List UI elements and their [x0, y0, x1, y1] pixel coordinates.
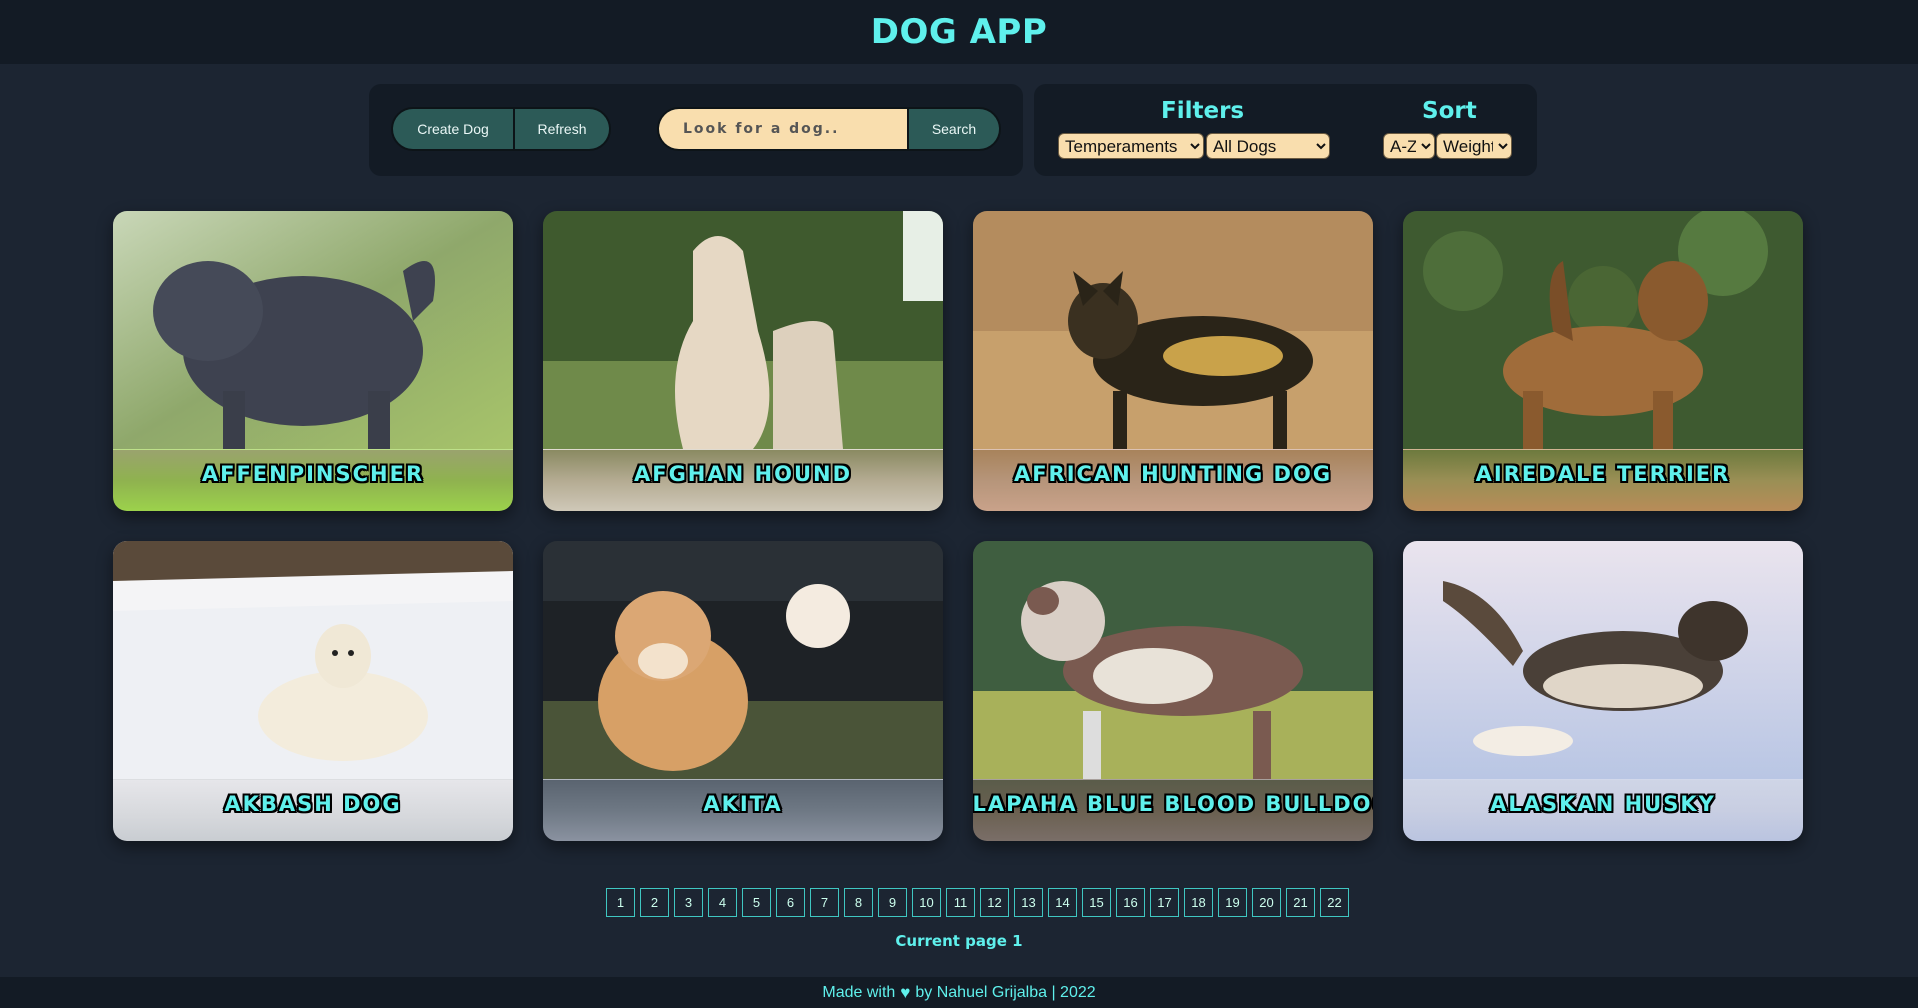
page-button[interactable]: 9	[878, 888, 907, 917]
dog-photo	[543, 541, 943, 779]
order-select[interactable]: A-Z	[1383, 133, 1435, 159]
dog-card[interactable]: Affenpinscher	[113, 211, 513, 511]
heart-icon: ♥	[900, 982, 911, 1002]
dog-card[interactable]: Alaskan Husky	[1403, 541, 1803, 841]
dog-photo	[1403, 541, 1803, 779]
dog-card[interactable]: Akita	[543, 541, 943, 841]
page-button[interactable]: 2	[640, 888, 669, 917]
page-button[interactable]: 4	[708, 888, 737, 917]
page-button[interactable]: 17	[1150, 888, 1179, 917]
dog-photo	[543, 211, 943, 449]
dog-name: Airedale Terrier	[1475, 462, 1731, 486]
dog-name-bar: Alapaha Blue Blood Bulldog	[973, 779, 1373, 841]
dog-name: Afghan Hound	[633, 462, 853, 486]
footer-made-with: Made with	[822, 983, 896, 1001]
dog-card[interactable]: Afghan Hound	[543, 211, 943, 511]
page-button[interactable]: 12	[980, 888, 1009, 917]
dog-name-bar: Akbash Dog	[113, 779, 513, 841]
dog-name-bar: Airedale Terrier	[1403, 449, 1803, 511]
dog-name: Affenpinscher	[201, 462, 425, 486]
page-button[interactable]: 19	[1218, 888, 1247, 917]
dog-name: Akita	[703, 792, 783, 816]
dog-name-bar: African Hunting Dog	[973, 449, 1373, 511]
page-button[interactable]: 13	[1014, 888, 1043, 917]
page-button[interactable]: 22	[1320, 888, 1349, 917]
dog-card[interactable]: Airedale Terrier	[1403, 211, 1803, 511]
temperament-filter-select[interactable]: Temperaments	[1058, 133, 1204, 159]
page-button[interactable]: 3	[674, 888, 703, 917]
dog-photo	[113, 211, 513, 449]
filters-heading: Filters	[1161, 98, 1245, 124]
dog-card[interactable]: Alapaha Blue Blood Bulldog	[973, 541, 1373, 841]
page-button[interactable]: 1	[606, 888, 635, 917]
search-button[interactable]: Search	[907, 109, 999, 149]
pagination: 1 2 3 4 5 6 7 8 9 10 11 12 13 14 15 16 17 18 19 20 21 22	[606, 888, 1349, 917]
current-page-label: Current page 1	[895, 932, 1023, 950]
dog-name: Alaskan Husky	[1490, 792, 1716, 816]
app-title: DOG APP	[870, 12, 1048, 52]
dog-name: Akbash Dog	[224, 792, 402, 816]
search-bar: Search	[657, 107, 1001, 151]
actions-panel: Create Dog Refresh Search	[369, 84, 1023, 176]
page-button[interactable]: 16	[1116, 888, 1145, 917]
dog-photo	[973, 211, 1373, 449]
page-button[interactable]: 11	[946, 888, 975, 917]
dog-card[interactable]: African Hunting Dog	[973, 211, 1373, 511]
page-button[interactable]: 21	[1286, 888, 1315, 917]
dog-name-bar: Akita	[543, 779, 943, 841]
top-bar: DOG APP	[0, 0, 1918, 64]
page-button[interactable]: 7	[810, 888, 839, 917]
footer-credit: by Nahuel Grijalba | 2022	[915, 983, 1096, 1001]
sort-heading: Sort	[1422, 98, 1477, 124]
dog-photo	[113, 541, 513, 779]
source-filter-select[interactable]: All Dogs	[1206, 133, 1330, 159]
page-button[interactable]: 8	[844, 888, 873, 917]
page-button[interactable]: 5	[742, 888, 771, 917]
action-buttons: Create Dog Refresh	[391, 107, 611, 151]
page-button[interactable]: 6	[776, 888, 805, 917]
page-button[interactable]: 15	[1082, 888, 1111, 917]
page-button[interactable]: 18	[1184, 888, 1213, 917]
dog-name-bar: Alaskan Husky	[1403, 779, 1803, 841]
page-button[interactable]: 20	[1252, 888, 1281, 917]
dog-card[interactable]: Akbash Dog	[113, 541, 513, 841]
dog-name-bar: Afghan Hound	[543, 449, 943, 511]
dog-name-bar: Affenpinscher	[113, 449, 513, 511]
dog-name: Alapaha Blue Blood Bulldog	[973, 792, 1373, 816]
page-button[interactable]: 14	[1048, 888, 1077, 917]
dog-photo	[1403, 211, 1803, 449]
page-button[interactable]: 10	[912, 888, 941, 917]
search-input[interactable]	[659, 109, 907, 149]
footer: Made with ♥ by Nahuel Grijalba | 2022	[0, 977, 1918, 1008]
dog-name: African Hunting Dog	[1013, 462, 1333, 486]
dog-photo	[973, 541, 1373, 779]
refresh-button[interactable]: Refresh	[513, 109, 609, 149]
filter-sort-panel: Filters Sort Temperaments All Dogs A-Z W…	[1034, 84, 1537, 176]
create-dog-button[interactable]: Create Dog	[393, 109, 513, 149]
sort-by-select[interactable]: Weight	[1436, 133, 1512, 159]
